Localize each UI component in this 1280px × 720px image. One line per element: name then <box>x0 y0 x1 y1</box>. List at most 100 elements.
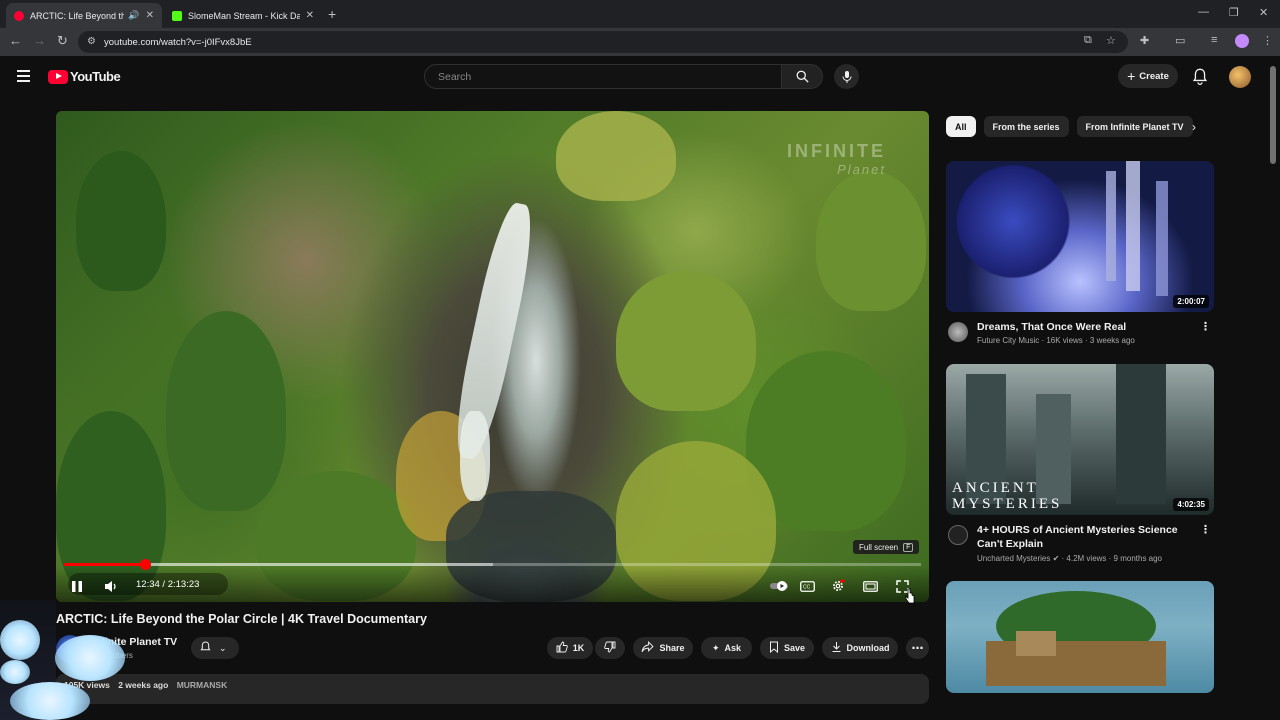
fullscreen-tooltip: Full screen F <box>853 540 920 554</box>
settings-button[interactable] <box>827 575 849 597</box>
video-info: 4+ HOURS of Ancient Mysteries Science Ca… <box>946 523 1214 573</box>
browser-tab-kick[interactable]: SlomeMan Stream - Kick Dashb ✕ <box>164 3 322 28</box>
related-video-card[interactable]: ANCIENT MYSTERIES 4:02:35 4+ HOURS of An… <box>946 364 1214 573</box>
create-button[interactable]: + Create <box>1118 64 1178 88</box>
cast-icon[interactable]: ▭ <box>1175 34 1185 47</box>
video-duration: 4:02:35 <box>1173 498 1209 511</box>
video-duration: 2:00:07 <box>1173 295 1209 308</box>
minimize-icon[interactable]: — <box>1198 6 1209 18</box>
tab-close-icon[interactable]: ✕ <box>146 10 154 21</box>
related-video-card[interactable]: 2:00:07 Dreams, That Once Were Real Futu… <box>946 161 1214 360</box>
window-close-icon[interactable]: ✕ <box>1259 6 1268 19</box>
bell-icon <box>200 641 211 655</box>
video-thumbnail[interactable]: 2:00:07 <box>946 161 1214 312</box>
search-input[interactable]: Search <box>424 64 782 89</box>
theater-icon <box>862 580 878 592</box>
more-vertical-icon[interactable]: ⋮ <box>1200 320 1211 333</box>
thumbnail-detail <box>1106 171 1116 281</box>
related-video-card[interactable] <box>946 581 1214 693</box>
chevron-down-icon: ⌄ <box>219 642 227 653</box>
channel-name[interactable]: Future City Music <box>977 336 1039 345</box>
share-icon <box>641 640 655 655</box>
bookmark-icon <box>769 641 779 655</box>
channel-avatar[interactable] <box>948 525 968 545</box>
youtube-logo[interactable]: YouTube <box>48 69 121 84</box>
speaker-icon[interactable]: 🔊 <box>128 10 139 21</box>
like-button[interactable]: 1K <box>547 637 593 659</box>
video-thumbnail[interactable] <box>946 581 1214 693</box>
site-info-icon[interactable]: ⚙ <box>87 36 96 47</box>
menu-icon[interactable] <box>17 70 30 85</box>
ask-label: Ask <box>724 643 742 653</box>
autoplay-toggle[interactable] <box>768 575 790 597</box>
pause-button[interactable] <box>66 575 88 597</box>
channel-name[interactable]: Uncharted Mysteries <box>977 554 1050 563</box>
restore-icon[interactable]: ❐ <box>1229 6 1239 19</box>
tab-close-icon[interactable]: ✕ <box>306 10 314 21</box>
channel-watermark: INFINITE Planet <box>756 141 886 177</box>
back-icon[interactable]: ← <box>9 33 22 48</box>
tooltip-key: F <box>903 542 914 552</box>
subscription-bell-button[interactable]: ⌄ <box>191 637 239 659</box>
chip-from-channel[interactable]: From Infinite Planet TV <box>1076 116 1193 137</box>
subtitles-button[interactable]: CC <box>796 575 818 597</box>
scrollbar-thumb[interactable] <box>1270 66 1276 164</box>
channel-avatar[interactable] <box>948 322 968 342</box>
video-title[interactable]: Dreams, That Once Were Real <box>977 320 1197 334</box>
download-button[interactable]: Download <box>822 637 898 659</box>
thumbnail-text-line-1: ANCIENT <box>952 480 1039 496</box>
location-tag[interactable]: MURMANSK <box>177 680 228 690</box>
video-thumbnail[interactable]: ANCIENT MYSTERIES 4:02:35 <box>946 364 1214 515</box>
account-avatar[interactable] <box>1229 66 1251 88</box>
description-box[interactable]: 105K views 2 weeks ago MURMANSK <box>56 674 929 704</box>
watermark-line-1: INFINITE <box>787 141 886 161</box>
chevron-right-icon[interactable]: › <box>1192 120 1196 134</box>
theater-mode-button[interactable] <box>859 575 881 597</box>
save-label: Save <box>783 643 806 653</box>
reload-icon[interactable]: ↻ <box>57 33 68 49</box>
cloud-overlay <box>10 682 90 720</box>
download-icon <box>831 641 842 655</box>
more-vertical-icon[interactable]: ⋮ <box>1200 523 1211 536</box>
forward-icon[interactable]: → <box>33 33 46 48</box>
video-title[interactable]: 4+ HOURS of Ancient Mysteries Science Ca… <box>977 523 1197 551</box>
bookmark-star-icon[interactable]: ☆ <box>1106 34 1116 47</box>
video-player[interactable]: INFINITE Planet Full screen F 12:34 / 2:… <box>56 111 929 602</box>
share-button[interactable]: Share <box>633 637 693 659</box>
cloud-overlay <box>55 635 125 681</box>
install-app-icon[interactable]: ⧉ <box>1084 34 1092 47</box>
video-title: ARCTIC: Life Beyond the Polar Circle | 4… <box>56 612 427 626</box>
search-button[interactable] <box>781 64 823 89</box>
more-actions-button[interactable]: ⋯ <box>906 637 929 659</box>
youtube-play-icon <box>48 69 68 84</box>
voice-search-button[interactable] <box>834 64 859 89</box>
browser-menu-icon[interactable]: ⋮ <box>1262 34 1273 47</box>
media-control-icon[interactable]: ≡ <box>1211 34 1217 46</box>
notifications-bell-icon[interactable] <box>1192 68 1208 90</box>
more-horizontal-icon: ⋯ <box>911 641 924 655</box>
new-tab-icon[interactable]: + <box>328 6 336 22</box>
tab-title: SlomeMan Stream - Kick Dashb <box>188 10 300 21</box>
profile-avatar[interactable] <box>1235 34 1249 48</box>
ask-button[interactable]: ✦ Ask <box>701 637 752 659</box>
address-bar[interactable]: ⚙ youtube.com/watch?v=-j0IFvx8JbE <box>78 31 1128 53</box>
progress-bar[interactable] <box>64 559 921 570</box>
extensions-icon[interactable]: ✚ <box>1140 34 1149 47</box>
volume-button[interactable] <box>100 575 122 597</box>
thumbs-up-icon <box>556 641 568 655</box>
microphone-icon <box>842 70 851 83</box>
tab-title: ARCTIC: Life Beyond the Po <box>30 10 125 21</box>
watermark-line-2: Planet <box>837 162 886 177</box>
scrubber-handle[interactable] <box>139 559 151 570</box>
view-count: 16K views <box>1046 336 1083 345</box>
browser-tab-youtube[interactable]: ARCTIC: Life Beyond the Po 🔊 ✕ <box>6 3 162 28</box>
dislike-button[interactable] <box>595 637 625 659</box>
waterfall-detail <box>460 411 490 501</box>
download-label: Download <box>846 643 890 653</box>
save-button[interactable]: Save <box>760 637 814 659</box>
youtube-favicon-icon <box>14 10 24 21</box>
chip-from-series[interactable]: From the series <box>983 116 1069 137</box>
chip-all[interactable]: All <box>946 116 976 137</box>
video-frame-detail <box>76 151 166 291</box>
tooltip-text: Full screen <box>859 542 899 552</box>
